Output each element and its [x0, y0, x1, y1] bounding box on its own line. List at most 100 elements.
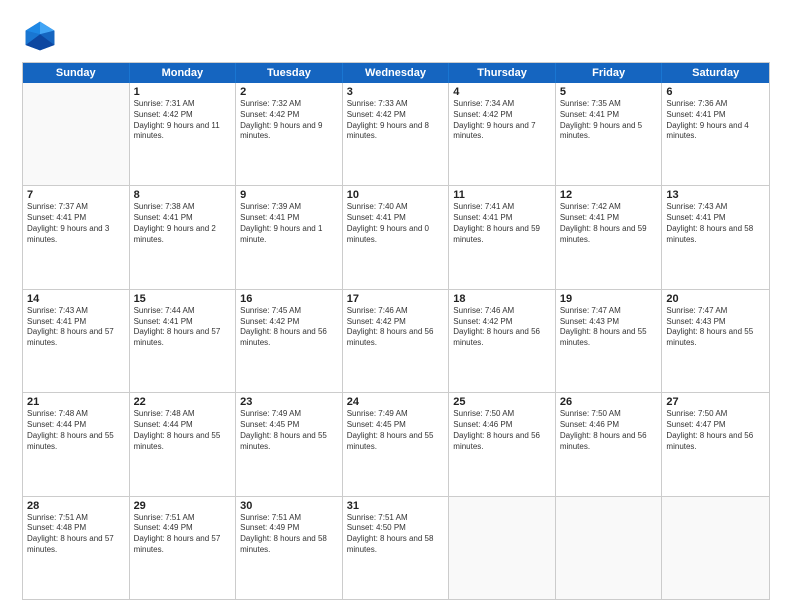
day-number: 14 [27, 293, 125, 305]
cell-info: Sunset: 4:42 PM [240, 317, 338, 328]
cal-cell: 12Sunrise: 7:42 AMSunset: 4:41 PMDayligh… [556, 186, 663, 288]
day-number: 2 [240, 86, 338, 98]
cell-info: Sunset: 4:41 PM [134, 213, 232, 224]
cell-info: Sunrise: 7:41 AM [453, 202, 551, 213]
calendar: SundayMondayTuesdayWednesdayThursdayFrid… [22, 62, 770, 600]
cell-info: Sunrise: 7:43 AM [666, 202, 765, 213]
day-number: 28 [27, 500, 125, 512]
cal-row-4: 21Sunrise: 7:48 AMSunset: 4:44 PMDayligh… [23, 393, 769, 496]
cal-cell: 23Sunrise: 7:49 AMSunset: 4:45 PMDayligh… [236, 393, 343, 495]
day-number: 19 [560, 293, 658, 305]
cal-row-3: 14Sunrise: 7:43 AMSunset: 4:41 PMDayligh… [23, 290, 769, 393]
cell-info: Sunset: 4:41 PM [27, 317, 125, 328]
cell-info: Daylight: 9 hours and 8 minutes. [347, 121, 445, 143]
cal-cell: 8Sunrise: 7:38 AMSunset: 4:41 PMDaylight… [130, 186, 237, 288]
cell-info: Sunrise: 7:51 AM [347, 513, 445, 524]
cal-cell: 13Sunrise: 7:43 AMSunset: 4:41 PMDayligh… [662, 186, 769, 288]
cell-info: Daylight: 9 hours and 3 minutes. [27, 224, 125, 246]
day-header-tuesday: Tuesday [236, 63, 343, 83]
day-number: 13 [666, 189, 765, 201]
cell-info: Sunrise: 7:36 AM [666, 99, 765, 110]
cal-cell: 24Sunrise: 7:49 AMSunset: 4:45 PMDayligh… [343, 393, 450, 495]
cell-info: Sunrise: 7:50 AM [666, 409, 765, 420]
cell-info: Sunrise: 7:45 AM [240, 306, 338, 317]
day-header-friday: Friday [556, 63, 663, 83]
cell-info: Sunrise: 7:38 AM [134, 202, 232, 213]
cell-info: Daylight: 8 hours and 55 minutes. [347, 431, 445, 453]
day-header-wednesday: Wednesday [343, 63, 450, 83]
cell-info: Daylight: 8 hours and 55 minutes. [666, 327, 765, 349]
day-number: 15 [134, 293, 232, 305]
cell-info: Daylight: 8 hours and 58 minutes. [347, 534, 445, 556]
cell-info: Daylight: 8 hours and 57 minutes. [134, 534, 232, 556]
cell-info: Sunrise: 7:51 AM [240, 513, 338, 524]
cell-info: Daylight: 8 hours and 59 minutes. [453, 224, 551, 246]
cell-info: Sunset: 4:45 PM [240, 420, 338, 431]
cell-info: Sunrise: 7:49 AM [240, 409, 338, 420]
cal-cell: 10Sunrise: 7:40 AMSunset: 4:41 PMDayligh… [343, 186, 450, 288]
cell-info: Daylight: 8 hours and 58 minutes. [240, 534, 338, 556]
day-number: 20 [666, 293, 765, 305]
cell-info: Sunrise: 7:34 AM [453, 99, 551, 110]
cell-info: Daylight: 8 hours and 56 minutes. [240, 327, 338, 349]
logo [22, 18, 62, 54]
cell-info: Sunset: 4:49 PM [134, 523, 232, 534]
cell-info: Sunrise: 7:33 AM [347, 99, 445, 110]
day-header-thursday: Thursday [449, 63, 556, 83]
cell-info: Daylight: 8 hours and 55 minutes. [27, 431, 125, 453]
cell-info: Daylight: 8 hours and 56 minutes. [666, 431, 765, 453]
day-number: 25 [453, 396, 551, 408]
cell-info: Daylight: 8 hours and 56 minutes. [347, 327, 445, 349]
cell-info: Sunrise: 7:44 AM [134, 306, 232, 317]
cal-cell: 28Sunrise: 7:51 AMSunset: 4:48 PMDayligh… [23, 497, 130, 599]
cell-info: Sunset: 4:42 PM [347, 317, 445, 328]
cell-info: Sunset: 4:48 PM [27, 523, 125, 534]
cell-info: Sunset: 4:47 PM [666, 420, 765, 431]
day-header-saturday: Saturday [662, 63, 769, 83]
day-number: 10 [347, 189, 445, 201]
day-number: 12 [560, 189, 658, 201]
day-number: 7 [27, 189, 125, 201]
cell-info: Sunrise: 7:43 AM [27, 306, 125, 317]
day-number: 9 [240, 189, 338, 201]
cal-cell: 11Sunrise: 7:41 AMSunset: 4:41 PMDayligh… [449, 186, 556, 288]
cell-info: Sunset: 4:43 PM [560, 317, 658, 328]
cal-cell: 19Sunrise: 7:47 AMSunset: 4:43 PMDayligh… [556, 290, 663, 392]
cell-info: Sunset: 4:41 PM [453, 213, 551, 224]
cell-info: Sunset: 4:44 PM [134, 420, 232, 431]
calendar-header: SundayMondayTuesdayWednesdayThursdayFrid… [23, 63, 769, 83]
cell-info: Sunrise: 7:51 AM [27, 513, 125, 524]
cell-info: Sunset: 4:46 PM [560, 420, 658, 431]
cell-info: Sunrise: 7:32 AM [240, 99, 338, 110]
cell-info: Sunset: 4:41 PM [560, 110, 658, 121]
day-number: 23 [240, 396, 338, 408]
cell-info: Sunrise: 7:39 AM [240, 202, 338, 213]
cell-info: Sunset: 4:50 PM [347, 523, 445, 534]
cal-cell: 15Sunrise: 7:44 AMSunset: 4:41 PMDayligh… [130, 290, 237, 392]
cell-info: Sunset: 4:41 PM [240, 213, 338, 224]
cell-info: Daylight: 8 hours and 57 minutes. [27, 534, 125, 556]
cell-info: Sunrise: 7:31 AM [134, 99, 232, 110]
cell-info: Sunset: 4:44 PM [27, 420, 125, 431]
cell-info: Sunset: 4:42 PM [347, 110, 445, 121]
day-number: 3 [347, 86, 445, 98]
cell-info: Daylight: 8 hours and 57 minutes. [27, 327, 125, 349]
cell-info: Daylight: 8 hours and 59 minutes. [560, 224, 658, 246]
cal-cell: 22Sunrise: 7:48 AMSunset: 4:44 PMDayligh… [130, 393, 237, 495]
cal-cell: 2Sunrise: 7:32 AMSunset: 4:42 PMDaylight… [236, 83, 343, 185]
page: SundayMondayTuesdayWednesdayThursdayFrid… [0, 0, 792, 612]
cal-cell: 6Sunrise: 7:36 AMSunset: 4:41 PMDaylight… [662, 83, 769, 185]
cell-info: Sunrise: 7:47 AM [666, 306, 765, 317]
cell-info: Sunset: 4:41 PM [666, 110, 765, 121]
cal-cell: 3Sunrise: 7:33 AMSunset: 4:42 PMDaylight… [343, 83, 450, 185]
cell-info: Sunset: 4:45 PM [347, 420, 445, 431]
cal-cell: 5Sunrise: 7:35 AMSunset: 4:41 PMDaylight… [556, 83, 663, 185]
cal-cell: 31Sunrise: 7:51 AMSunset: 4:50 PMDayligh… [343, 497, 450, 599]
cell-info: Sunset: 4:42 PM [453, 110, 551, 121]
day-header-monday: Monday [130, 63, 237, 83]
cell-info: Sunset: 4:43 PM [666, 317, 765, 328]
cell-info: Daylight: 9 hours and 4 minutes. [666, 121, 765, 143]
cell-info: Sunrise: 7:47 AM [560, 306, 658, 317]
day-number: 21 [27, 396, 125, 408]
day-number: 11 [453, 189, 551, 201]
